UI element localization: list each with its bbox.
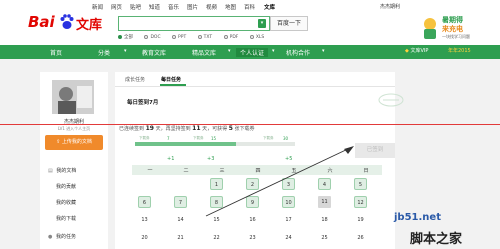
filter-txt[interactable]: TXT [197,34,212,40]
user-level[interactable]: LV1 进入个人主页 [40,126,108,132]
signin-progress-text: 已连续签到 19 天，再坚持签到 11 天，可获得 5 张下载券 [119,125,255,132]
search-input[interactable]: ▾ [118,16,270,31]
chevron-down-icon: ▾ [124,48,127,54]
radio-icon [172,34,177,39]
annotation-arrow [205,146,354,217]
watermark-name: 脚本之家 [410,232,463,247]
tab-divider [115,86,395,87]
sidebar-item-favorites[interactable]: 我的收藏 [56,199,76,206]
tab-daily-tasks[interactable]: 每日任务 [161,76,181,83]
tab-growth-tasks[interactable]: 成长任务 [125,76,145,83]
calendar-day[interactable]: 25 [318,232,331,244]
annotation-red-line [0,124,500,126]
paw-icon [60,14,74,29]
nav-categories[interactable]: 分类 [98,48,110,57]
remaining-days: 11 [192,125,201,132]
filter-xls[interactable]: XLS [249,34,264,40]
calendar-day[interactable]: 7 [174,196,187,208]
chevron-down-icon: ▾ [322,48,325,54]
sidebar-item-downloads[interactable]: 我的下载 [56,215,76,222]
topnav-user[interactable]: 杰杰期利 [380,3,400,10]
top-nav: 新闻 网页 贴吧 知道 音乐 图片 视频 地图 百科 文库 杰杰期利 [0,0,500,13]
avatar-photo [52,80,94,114]
calendar-day[interactable]: 23 [246,232,259,244]
sidebar-item-my-docs[interactable]: ▤ 我的文档 [48,167,76,174]
topnav-news[interactable]: 新闻 [92,3,103,11]
header: Bai 文库 ▾ 百度一下 全部 DOC PPT TXT PDF XLS 暑期得… [0,13,500,45]
avatar[interactable] [52,80,94,114]
filter-pdf[interactable]: PDF [223,34,238,40]
weekday-label: 一 [147,167,153,174]
radio-icon [249,34,254,39]
document-icon: ▤ [48,168,53,174]
chevron-down-icon: ▾ [228,48,231,54]
vip-link[interactable]: ◆ 文库VIP [405,47,428,54]
calendar-day[interactable]: 6 [138,196,151,208]
calendar-day[interactable]: 26 [354,232,367,244]
topnav-tieba[interactable]: 贴吧 [130,3,141,11]
nav-premium[interactable]: 精品文库 [192,48,216,57]
stamp-icon [378,93,404,107]
calendar-day[interactable]: 13 [138,214,151,226]
baidu-wenku-logo[interactable]: Bai 文库 [28,13,108,33]
user-sidebar: 杰杰期利 LV1 进入个人主页 ⇪ 上传我的文档 ▤ 我的文档 我的贡献 我的收… [40,72,108,249]
chevron-down-icon: ▾ [272,48,275,54]
upload-icon: ⇪ [56,139,61,145]
topnav-music[interactable]: 音乐 [168,3,179,11]
task-icon: ● [48,234,53,240]
radio-icon [144,34,149,39]
milestone-1-bonus: +1 [167,156,175,162]
topnav-wenku[interactable]: 文库 [264,3,275,11]
main-nav: 首页 分类 ▾ 教育文库 精品文库 ▾ 个人认证 ▾ 机构合作 ▾ ◆ 文库VI… [0,45,500,59]
doc-type-filter: 全部 DOC PPT TXT PDF XLS [118,34,274,42]
section-title: 每日签到7月 [127,100,159,106]
weekday-label: 二 [183,167,189,174]
calendar-day[interactable]: 24 [282,232,295,244]
screen: 新闻 网页 贴吧 知道 音乐 图片 视频 地图 百科 文库 杰杰期利 Bai 文… [0,0,500,249]
radio-icon [223,34,228,39]
topnav-baike[interactable]: 百科 [244,3,255,11]
nav-institution[interactable]: 机构合作 [286,48,310,57]
search-dropdown-icon[interactable]: ▾ [258,19,266,28]
topnav-map[interactable]: 地图 [225,3,236,11]
milestone-1-label: 下载券 [139,136,150,140]
logo-suffix: 文库 [76,18,103,33]
milestone-1-day: 7 [167,136,170,141]
calendar-day[interactable]: 22 [210,232,223,244]
filter-doc[interactable]: DOC [144,34,161,40]
nav-certification[interactable]: 个人认证 [236,48,269,57]
nav-education[interactable]: 教育文库 [142,48,166,57]
watermark-site: jb51.net [394,212,441,223]
radio-icon [197,34,202,39]
topnav-web[interactable]: 网页 [111,3,122,11]
promo-line2: 来充电 [442,25,463,33]
upload-document-button[interactable]: ⇪ 上传我的文档 [45,135,103,150]
topnav-zhidao[interactable]: 知道 [149,3,160,11]
filter-ppt[interactable]: PPT [172,34,186,40]
logo-text: Bai [28,13,55,31]
calendar-day[interactable]: 21 [174,232,187,244]
year-event-link[interactable]: 年年2015 [448,47,471,54]
search-button[interactable]: 百度一下 [270,16,308,31]
filter-all[interactable]: 全部 [118,34,133,40]
topnav-video[interactable]: 视频 [206,3,217,11]
signin-button[interactable]: 已签到 [355,143,395,158]
reward-count: 5 [228,125,233,132]
streak-days: 19 [145,125,154,132]
sidebar-item-contributions[interactable]: 我的贡献 [56,183,76,190]
nav-home[interactable]: 首页 [50,48,62,57]
summer-promo-banner[interactable]: 暑期得 来充电 一块找学习问题 [420,13,492,43]
radio-checked-icon [118,34,122,39]
calendar-day[interactable]: 20 [138,232,151,244]
promo-line3: 一块找学习问题 [442,34,470,39]
sidebar-item-tasks[interactable]: ● 我的任务 [48,233,76,240]
diamond-icon: ◆ [405,48,409,54]
mascot-icon [424,18,436,39]
topnav-images[interactable]: 图片 [187,3,198,11]
calendar-day[interactable]: 14 [174,214,187,226]
